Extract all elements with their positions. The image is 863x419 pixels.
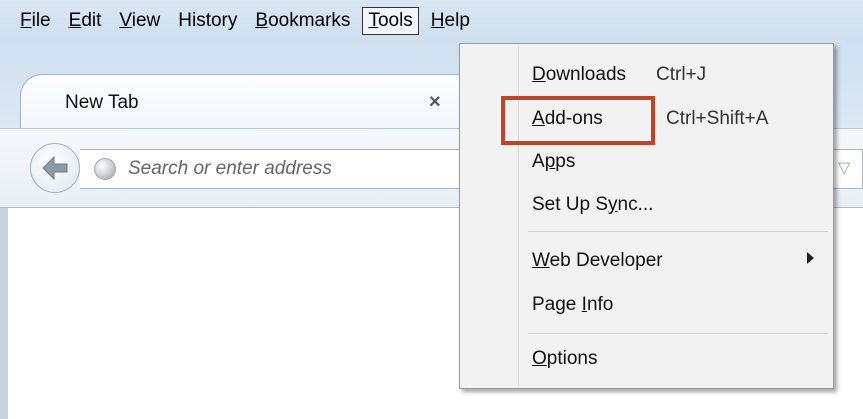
addons-shortcut: Ctrl+Shift+A (666, 108, 769, 129)
menu-item-web-developer[interactable]: Web Developer (532, 250, 663, 272)
menu-separator (528, 231, 828, 232)
menu-separator (528, 333, 828, 334)
addons-highlight-box (501, 96, 655, 145)
menu-item-set-up-sync[interactable]: Set Up Sync... (532, 194, 653, 216)
close-icon[interactable]: × (429, 91, 441, 114)
tab-title: New Tab (65, 92, 139, 113)
window-edge (0, 206, 8, 419)
menu-view[interactable]: View (113, 7, 166, 35)
menu-help[interactable]: Help (425, 7, 476, 35)
tab-new-tab[interactable]: New Tab × (20, 74, 480, 130)
menu-item-apps[interactable]: Apps (532, 151, 575, 173)
back-button[interactable] (30, 143, 80, 193)
tools-menu: Downloads Ctrl+J Add-ons Ctrl+Shift+A Ap… (459, 43, 834, 389)
menu-file[interactable]: File (14, 7, 57, 35)
back-arrow-icon (42, 155, 68, 181)
menu-item-page-info[interactable]: Page Info (532, 294, 613, 316)
globe-icon (94, 158, 116, 180)
menu-item-options[interactable]: Options (532, 348, 597, 370)
menu-bar: File Edit View History Bookmarks Tools H… (0, 0, 863, 42)
downloads-shortcut: Ctrl+J (656, 64, 707, 85)
dropdown-arrow-icon[interactable]: ▽ (838, 158, 850, 178)
submenu-arrow-icon (807, 252, 814, 264)
menu-history[interactable]: History (172, 7, 243, 35)
menu-bookmarks[interactable]: Bookmarks (249, 7, 356, 35)
menu-item-downloads[interactable]: Downloads (532, 64, 626, 86)
menu-edit[interactable]: Edit (63, 7, 108, 35)
menu-tools[interactable]: Tools (362, 7, 419, 35)
search-input-placeholder[interactable]: Search or enter address (128, 158, 332, 180)
